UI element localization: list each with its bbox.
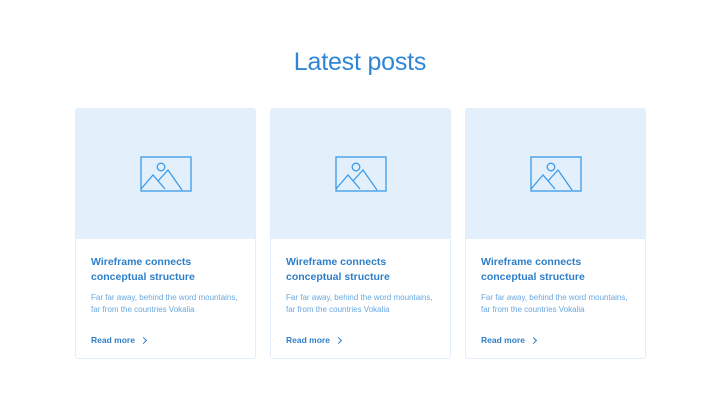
image-placeholder-icon	[529, 156, 582, 192]
read-more-label: Read more	[91, 335, 135, 345]
post-image[interactable]	[271, 109, 450, 239]
section-title: Latest posts	[293, 48, 427, 76]
post-excerpt: Far far away, behind the word mountains,…	[91, 293, 238, 314]
post-title[interactable]: Wireframe connects conceptual structure	[91, 255, 240, 285]
post-image[interactable]	[76, 109, 255, 239]
post-body: Wireframe connects conceptual structure …	[76, 239, 255, 316]
post-excerpt: Far far away, behind the word mountains,…	[286, 293, 433, 314]
post-card[interactable]: Wireframe connects conceptual structure …	[270, 108, 451, 359]
chevron-right-icon	[334, 336, 342, 345]
chevron-right-icon	[529, 336, 537, 345]
post-image[interactable]	[466, 109, 645, 239]
image-placeholder-icon	[334, 156, 387, 192]
read-more-label: Read more	[481, 335, 525, 345]
posts-grid: Wireframe connects conceptual structure …	[75, 108, 646, 359]
read-more-link[interactable]: Read more	[481, 335, 537, 345]
post-card[interactable]: Wireframe connects conceptual structure …	[465, 108, 646, 359]
post-title[interactable]: Wireframe connects conceptual structure	[286, 255, 435, 285]
image-placeholder-icon	[139, 156, 192, 192]
post-excerpt: Far far away, behind the word mountains,…	[481, 293, 628, 314]
read-more-label: Read more	[286, 335, 330, 345]
latest-posts-page: Latest posts Wireframe connects conceptu…	[0, 0, 720, 420]
read-more-link[interactable]: Read more	[91, 335, 147, 345]
post-title[interactable]: Wireframe connects conceptual structure	[481, 255, 630, 285]
post-card[interactable]: Wireframe connects conceptual structure …	[75, 108, 256, 359]
read-more-link[interactable]: Read more	[286, 335, 342, 345]
post-body: Wireframe connects conceptual structure …	[466, 239, 645, 316]
chevron-right-icon	[139, 336, 147, 345]
post-body: Wireframe connects conceptual structure …	[271, 239, 450, 316]
